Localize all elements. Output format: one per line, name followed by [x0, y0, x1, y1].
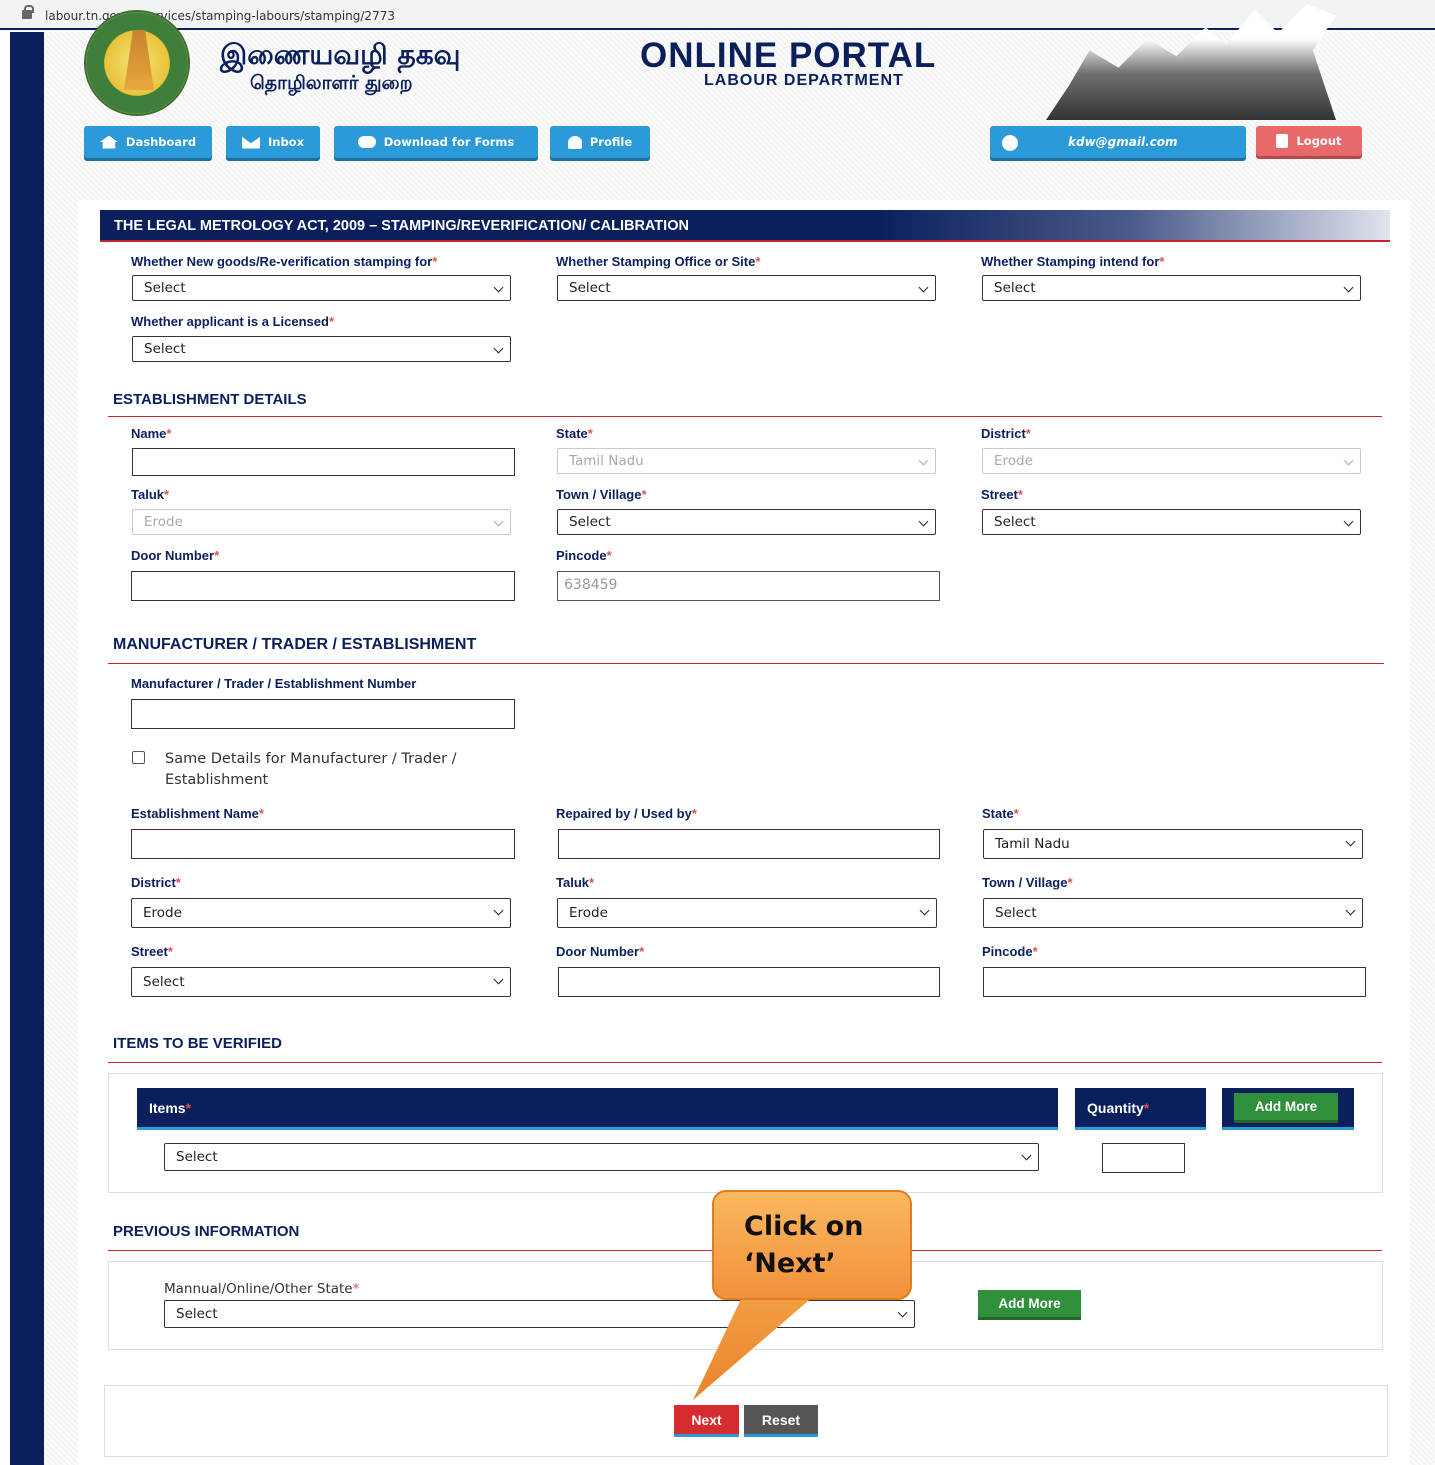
left-sidebar-strip: [10, 32, 44, 1465]
mfr-est-name-input[interactable]: [131, 829, 515, 859]
logout-label: Logout: [1296, 134, 1342, 148]
items-section-title: ITEMS TO BE VERIFIED: [113, 1035, 282, 1052]
items-column-header: Items*: [137, 1088, 1058, 1130]
home-icon: [99, 135, 118, 149]
mfr-district-select[interactable]: Erode: [131, 898, 511, 928]
profile-label: Profile: [589, 135, 633, 149]
est-state-select[interactable]: Tamil Nadu: [557, 448, 936, 474]
mfr-repaired-input[interactable]: [558, 829, 940, 859]
portal-title: ONLINE PORTAL: [640, 36, 937, 75]
tn-emblem-logo: [84, 10, 190, 116]
callout-text: Click on ‘Next’: [744, 1208, 863, 1282]
form-banner-title: THE LEGAL METROLOGY ACT, 2009 – STAMPING…: [114, 218, 689, 234]
office-site-label: Whether Stamping Office or Site*: [556, 254, 761, 269]
same-details-checkbox[interactable]: [132, 751, 145, 764]
form-banner: THE LEGAL METROLOGY ACT, 2009 – STAMPING…: [100, 210, 1390, 242]
intend-select[interactable]: Select: [982, 275, 1361, 301]
est-district-label: District*: [981, 426, 1031, 441]
mfr-pincode-label: Pincode*: [982, 944, 1038, 959]
avatar-icon: [1002, 135, 1018, 151]
est-name-label: Name*: [131, 426, 172, 441]
mfr-state-select[interactable]: Tamil Nadu: [983, 829, 1363, 859]
plug-icon: [1276, 134, 1289, 148]
cloud-download-icon: [357, 136, 376, 148]
mfr-door-label: Door Number*: [556, 944, 645, 959]
mfr-street-label: Street*: [131, 944, 173, 959]
est-door-label: Door Number*: [131, 548, 220, 563]
inbox-button[interactable]: Inbox: [226, 126, 320, 158]
next-button[interactable]: Next: [674, 1405, 739, 1437]
est-street-label: Street*: [981, 487, 1023, 502]
previous-section-title: PREVIOUS INFORMATION: [113, 1223, 300, 1240]
establishment-section-title: ESTABLISHMENT DETAILS: [113, 391, 307, 408]
portal-subtitle: LABOUR DEPARTMENT: [704, 72, 904, 89]
dashboard-label: Dashboard: [125, 135, 197, 149]
previous-add-more-button[interactable]: Add More: [978, 1290, 1081, 1320]
section-divider: [108, 663, 1384, 664]
est-taluk-label: Taluk*: [131, 487, 170, 502]
tamil-title: இணையவழி தகவு: [220, 38, 461, 71]
est-town-label: Town / Village*: [556, 487, 647, 502]
tamil-subtitle: தொழிலாளர் துறை: [250, 72, 413, 94]
mfr-town-label: Town / Village*: [982, 875, 1073, 890]
url-text[interactable]: labour.tn.gov.in/services/stamping-labou…: [45, 9, 395, 23]
new-goods-label: Whether New goods/Re-verification stampi…: [131, 254, 438, 269]
mfr-town-select[interactable]: Select: [983, 898, 1363, 928]
inbox-label: Inbox: [267, 135, 305, 149]
download-forms-button[interactable]: Download for Forms: [334, 126, 538, 158]
items-add-more-button[interactable]: Add More: [1234, 1093, 1338, 1123]
mail-icon: [241, 135, 260, 149]
office-site-select[interactable]: Select: [557, 275, 936, 301]
user-account-button[interactable]: kdw@gmail.com: [990, 126, 1246, 158]
temple-tower-icon: [124, 30, 154, 90]
callout-line-2: ‘Next’: [744, 1248, 836, 1279]
mfr-door-input[interactable]: [558, 967, 940, 997]
logout-button[interactable]: Logout: [1256, 126, 1362, 156]
mfr-district-label: District*: [131, 875, 181, 890]
callout-line-1: Click on: [744, 1211, 864, 1242]
mfr-number-input[interactable]: [131, 699, 515, 729]
est-name-input[interactable]: [132, 448, 515, 476]
est-taluk-select[interactable]: Erode: [132, 509, 511, 535]
dashboard-button[interactable]: Dashboard: [84, 126, 212, 158]
est-pincode-label: Pincode*: [556, 548, 612, 563]
section-divider: [108, 416, 1382, 417]
user-email: kdw@gmail.com: [1068, 135, 1178, 149]
quantity-column-header: Quantity*: [1075, 1088, 1206, 1130]
browser-address-bar[interactable]: labour.tn.gov.in/services/stamping-labou…: [0, 0, 1435, 30]
lock-icon: [22, 5, 34, 19]
mode-label: Mannual/Online/Other State*: [164, 1281, 360, 1297]
mfr-state-label: State*: [982, 806, 1019, 821]
mfr-pincode-input[interactable]: [983, 967, 1366, 997]
est-pincode-input[interactable]: 638459: [557, 571, 940, 601]
licensed-select[interactable]: Select: [132, 336, 511, 362]
intend-label: Whether Stamping intend for*: [981, 254, 1165, 269]
est-town-select[interactable]: Select: [557, 509, 936, 535]
profile-button[interactable]: Profile: [550, 126, 650, 158]
manufacturer-section-title: MANUFACTURER / TRADER / ESTABLISHMENT: [113, 636, 477, 653]
reset-button[interactable]: Reset: [744, 1405, 818, 1437]
quantity-input[interactable]: [1102, 1143, 1185, 1173]
est-district-select[interactable]: Erode: [982, 448, 1361, 474]
mfr-taluk-label: Taluk*: [556, 875, 595, 890]
section-divider: [108, 1062, 1382, 1063]
mfr-repaired-label: Repaired by / Used by*: [556, 806, 697, 821]
est-street-select[interactable]: Select: [982, 509, 1361, 535]
est-state-label: State*: [556, 426, 593, 441]
download-forms-label: Download for Forms: [383, 135, 515, 149]
mfr-street-select[interactable]: Select: [131, 967, 511, 997]
item-select[interactable]: Select: [164, 1143, 1039, 1171]
same-details-label[interactable]: Same Details for Manufacturer / Trader /…: [165, 749, 495, 791]
mfr-est-name-label: Establishment Name*: [131, 806, 264, 821]
mfr-number-label: Manufacturer / Trader / Establishment Nu…: [131, 676, 417, 691]
mfr-taluk-select[interactable]: Erode: [557, 898, 937, 928]
new-goods-select[interactable]: Select: [132, 275, 511, 301]
est-door-input[interactable]: [131, 571, 515, 601]
licensed-label: Whether applicant is a Licensed*: [131, 314, 335, 329]
user-icon: [567, 135, 582, 149]
